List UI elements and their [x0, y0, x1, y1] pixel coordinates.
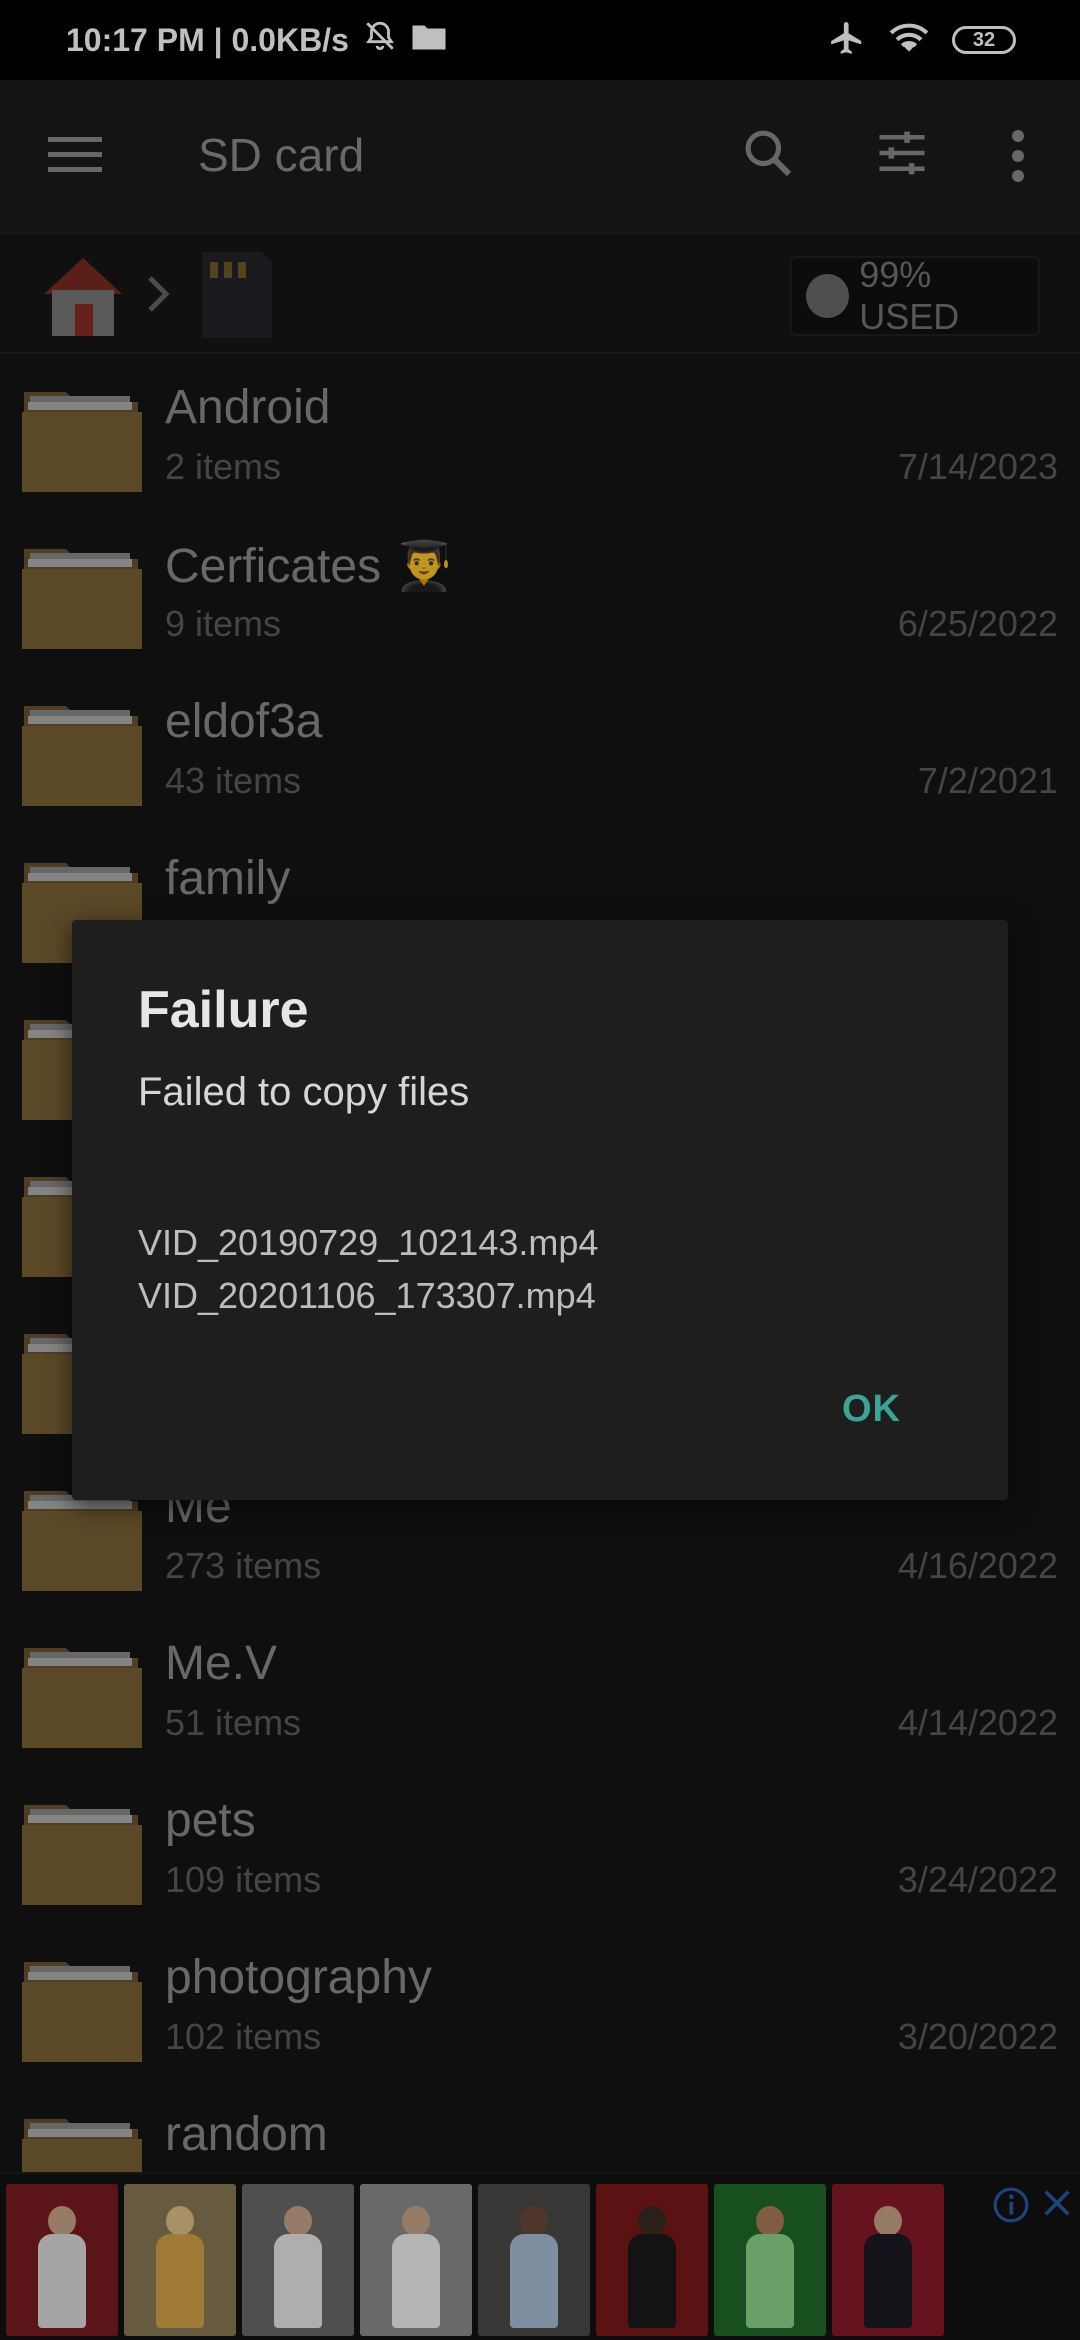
ok-button[interactable]: OK [842, 1388, 901, 1431]
dialog-message: Failed to copy files [138, 1070, 470, 1114]
file-manager-screen: 10:17 PM | 0.0KB/s 32 SD card 99% USED A… [0, 0, 1080, 2340]
failed-file-name: VID_20190729_102143.mp4 [138, 1222, 599, 1263]
failed-file-name: VID_20201106_173307.mp4 [138, 1275, 596, 1316]
failed-files-list: VID_20190729_102143.mp4 VID_20201106_173… [138, 1216, 598, 1322]
failure-dialog: Failure Failed to copy files VID_2019072… [72, 920, 1008, 1500]
dialog-title: Failure [138, 981, 309, 1039]
